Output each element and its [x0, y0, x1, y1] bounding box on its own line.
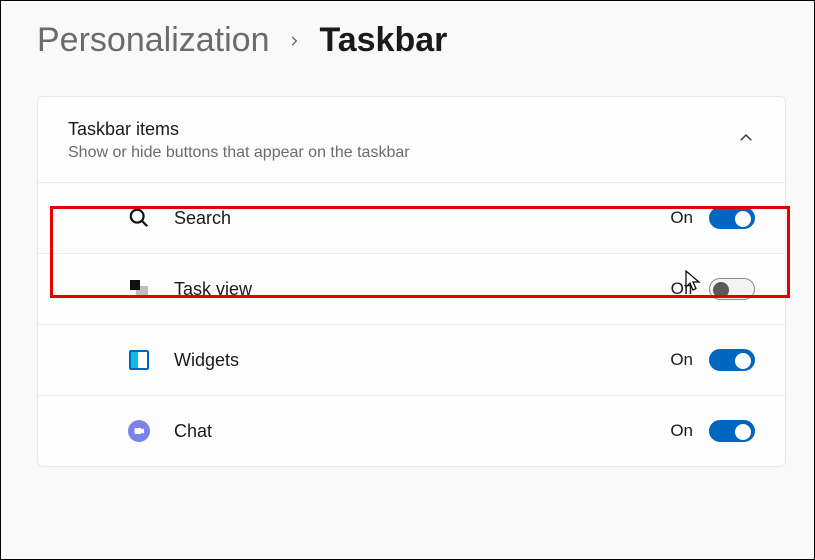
taskbar-items-header[interactable]: Taskbar items Show or hide buttons that … [38, 97, 785, 182]
widgets-toggle[interactable] [709, 349, 755, 371]
item-label: Search [174, 208, 670, 229]
breadcrumb-current: Taskbar [319, 21, 447, 60]
task-view-toggle[interactable] [709, 278, 755, 300]
item-label: Widgets [174, 350, 670, 371]
chevron-right-icon [287, 28, 301, 54]
taskbar-item-chat: Chat On [38, 395, 785, 466]
breadcrumb-parent[interactable]: Personalization [37, 21, 269, 60]
item-state: Off [671, 279, 693, 299]
search-icon [126, 205, 152, 231]
item-state: On [670, 350, 693, 370]
section-subtitle: Show or hide buttons that appear on the … [68, 144, 737, 162]
search-toggle[interactable] [709, 207, 755, 229]
breadcrumb: Personalization Taskbar [1, 1, 814, 78]
task-view-icon [126, 276, 152, 302]
item-state: On [670, 421, 693, 441]
taskbar-items-card: Taskbar items Show or hide buttons that … [37, 96, 786, 467]
section-title: Taskbar items [68, 119, 737, 140]
taskbar-item-search: Search On [38, 182, 785, 253]
taskbar-item-widgets: Widgets On [38, 324, 785, 395]
chat-toggle[interactable] [709, 420, 755, 442]
chevron-up-icon[interactable] [737, 129, 755, 152]
item-state: On [670, 208, 693, 228]
widgets-icon [126, 347, 152, 373]
chat-icon [126, 418, 152, 444]
taskbar-item-task-view: Task view Off [38, 253, 785, 324]
item-label: Task view [174, 279, 671, 300]
item-label: Chat [174, 421, 670, 442]
